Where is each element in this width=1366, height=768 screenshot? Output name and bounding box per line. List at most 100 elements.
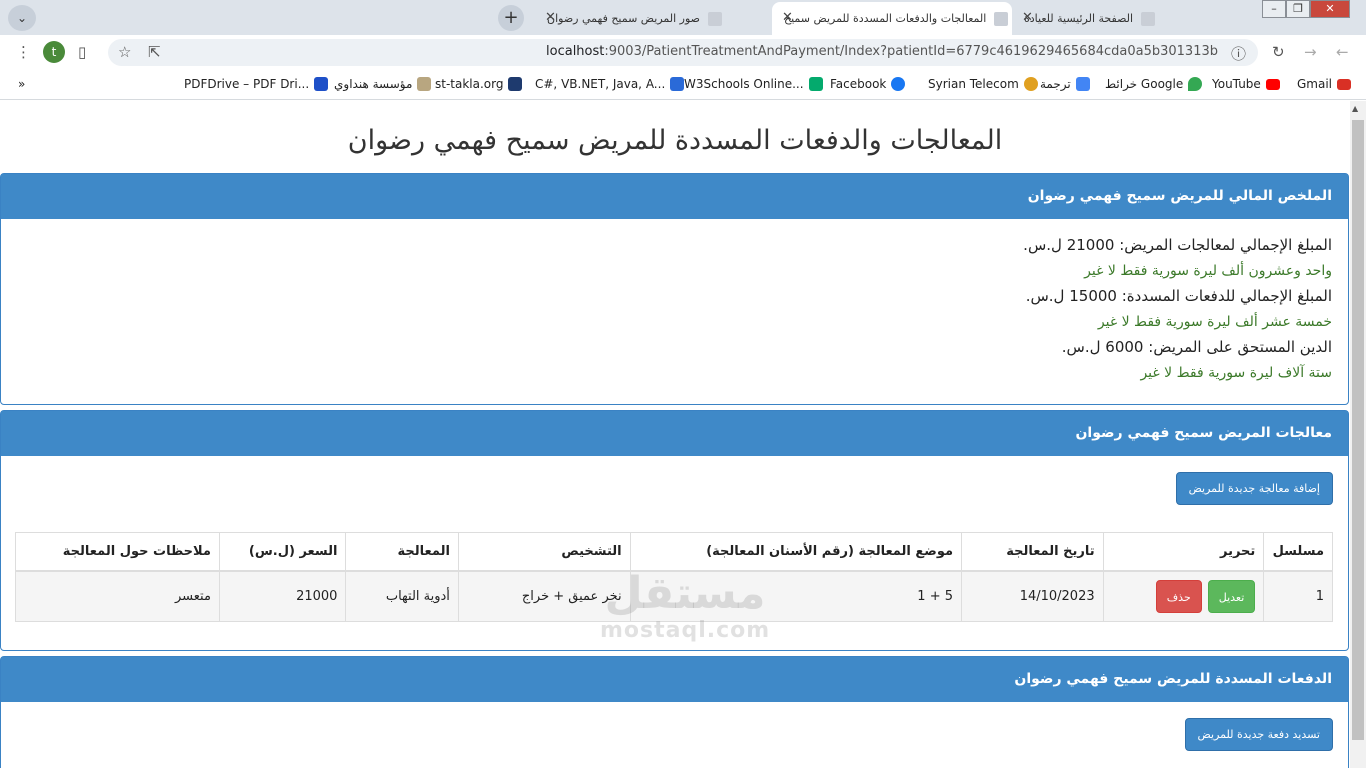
page-favicon-icon — [708, 11, 723, 26]
facebook-icon — [891, 77, 906, 91]
column-header: المعالجة — [345, 532, 459, 572]
side-panel-icon[interactable]: ▯ — [78, 43, 86, 61]
panel-heading: الملخص المالي للمريض سميح فهمي رضوان — [1, 174, 1348, 219]
close-tab-icon[interactable]: ✕ — [782, 10, 793, 25]
bookmark-syrian-telecom[interactable]: Syrian Telecom — [928, 77, 1038, 91]
panel-heading: معالجات المريض سميح فهمي رضوان — [1, 411, 1348, 456]
close-tab-icon[interactable]: ✕ — [545, 10, 556, 25]
panel-body: المبلغ الإجمالي لمعالجات المريض: 21000 ل… — [1, 219, 1348, 400]
bookmark-facebook[interactable]: Facebook — [830, 77, 906, 91]
tab-title: المعالجات والدفعات المسددة للمريض سميح — [784, 12, 987, 25]
pdfdrive-icon — [314, 77, 329, 91]
url-host: localhost — [546, 44, 605, 59]
bookmark-youtube[interactable]: YouTube — [1212, 77, 1280, 91]
debt-value: 6000 — [1105, 338, 1144, 356]
minimize-icon[interactable]: – — [1262, 0, 1286, 18]
hindawi-icon — [417, 77, 432, 91]
bookmark-w3schools[interactable]: W3Schools Online... — [684, 77, 823, 91]
page-title: المعالجات والدفعات المسددة للمريض سميح ف… — [347, 125, 1003, 156]
column-header: تحرير — [1102, 532, 1265, 572]
page-favicon-icon — [1141, 11, 1156, 26]
serial-cell: 1 — [1263, 570, 1333, 622]
browser-toolbar: ⋮ t ▯ ☆ ⇱ localhost:9003/PatientTreatmen… — [0, 35, 1366, 69]
panel-heading: الدفعات المسددة للمريض سميح فهمي رضوان — [1, 657, 1348, 702]
tab-clinic-home[interactable]: الصفحة الرئيسية للعيادة ✕ — [1012, 2, 1247, 35]
date-cell: 14/10/2023 — [961, 570, 1104, 622]
maximize-icon[interactable]: ❐ — [1286, 0, 1310, 18]
w3schools-icon — [808, 77, 823, 91]
add-treatment-button[interactable]: إضافة معالجة جديدة للمريض — [1175, 472, 1333, 505]
delete-button[interactable]: حذف — [1155, 579, 1202, 613]
bookmark-code[interactable]: C#, VB.NET, Java, A... — [535, 77, 685, 91]
forward-icon[interactable]: → — [1304, 43, 1317, 61]
bookmark-star-icon[interactable]: ☆ — [118, 43, 131, 61]
browser-tab-strip: ⌄ + صور المريض سميح فهمي رضوان ✕ المعالج… — [0, 0, 1366, 35]
scroll-up-icon[interactable]: ▲ — [1352, 104, 1358, 113]
page-content: المعالجات والدفعات المسددة للمريض سميح ف… — [0, 101, 1350, 768]
bookmark-hindawi[interactable]: مؤسسة هنداوي — [334, 77, 432, 91]
menu-kebab-icon[interactable]: ⋮ — [16, 43, 31, 61]
add-payment-button[interactable]: تسديد دفعة جديدة للمريض — [1184, 718, 1333, 751]
tab-treatments-payments[interactable]: المعالجات والدفعات المسددة للمريض سميح ✕ — [772, 2, 1012, 35]
treatment-cell: أدوية التهاب — [345, 570, 459, 622]
watermark-logo: مستقل mostaql.com — [600, 568, 771, 644]
debt-line: الدين المستحق على المريض: 6000 ل.س. — [1061, 338, 1332, 356]
url-path: :9003/PatientTreatmentAndPayment/Index?p… — [604, 44, 1218, 59]
site-info-icon[interactable]: ⓘ — [1231, 43, 1246, 64]
back-icon[interactable]: ← — [1336, 43, 1349, 61]
url-text[interactable]: localhost:9003/PatientTreatmentAndPaymen… — [546, 44, 1218, 59]
column-header: ملاحظات حول المعالجة — [15, 532, 220, 572]
tab-title: الصفحة الرئيسية للعيادة — [1024, 12, 1134, 25]
more-bookmarks-button[interactable]: » — [18, 77, 25, 91]
bookmark-gmail[interactable]: Gmail — [1297, 77, 1352, 91]
tab-search-button[interactable]: ⌄ — [8, 5, 36, 31]
watermark-latin: mostaql.com — [600, 618, 771, 643]
new-tab-button[interactable]: + — [498, 5, 524, 31]
payments-panel: الدفعات المسددة للمريض سميح فهمي رضوان ت… — [0, 656, 1349, 768]
total-treatments-words: واحد وعشرون ألف ليرة سورية فقط لا غير — [1084, 263, 1332, 279]
bookmark-st-takla[interactable]: st-takla.org — [435, 77, 523, 91]
total-treatments-value: 21000 — [1066, 236, 1115, 254]
st-takla-icon — [508, 77, 523, 91]
edit-button[interactable]: تعديل — [1207, 579, 1256, 613]
bookmark-translate[interactable]: ترجمة — [1040, 77, 1090, 91]
column-header: التشخيص — [457, 532, 631, 572]
actions-cell: تعديلحذف — [1102, 570, 1265, 622]
financial-summary-panel: الملخص المالي للمريض سميح فهمي رضوان الم… — [0, 173, 1349, 405]
close-tab-icon[interactable]: ✕ — [1022, 10, 1033, 25]
column-header: مسلسل — [1263, 532, 1333, 572]
address-bar[interactable]: ☆ ⇱ localhost:9003/PatientTreatmentAndPa… — [108, 39, 1258, 66]
total-payments-value: 15000 — [1069, 287, 1117, 305]
window-close-icon[interactable]: ✕ — [1310, 0, 1350, 18]
bookmarks-bar: » PDFDrive – PDF Dri... مؤسسة هنداوي st-… — [0, 69, 1366, 100]
maps-icon — [1188, 77, 1203, 91]
profile-avatar[interactable]: t — [43, 41, 65, 63]
column-header: السعر (ل.س) — [218, 532, 347, 572]
total-payments-line: المبلغ الإجمالي للدفعات المسددة: 15000 ل… — [1025, 287, 1332, 305]
translate-icon — [1075, 77, 1090, 91]
table-header-row: مسلسل تحرير تاريخ المعالجة موضع المعالجة… — [15, 532, 1333, 572]
column-header: موضع المعالجة (رقم الأسنان المعالجة) — [629, 532, 963, 572]
debt-words: ستة آلاف ليرة سورية فقط لا غير — [1140, 365, 1332, 381]
syrian-telecom-icon — [1023, 77, 1038, 91]
currency-label: ل.س. — [1023, 236, 1062, 254]
notes-cell: متعسر — [15, 570, 220, 622]
price-cell: 21000 — [218, 570, 347, 622]
reload-icon[interactable]: ↻ — [1272, 43, 1285, 61]
page-favicon-icon — [994, 11, 1009, 26]
window-controls: – ❐ ✕ — [1262, 0, 1350, 18]
currency-label: ل.س. — [1061, 338, 1101, 356]
tab-title: صور المريض سميح فهمي رضوان — [547, 12, 701, 25]
column-header: تاريخ المعالجة — [961, 532, 1104, 572]
share-icon[interactable]: ⇱ — [148, 43, 161, 61]
currency-label: ل.س. — [1025, 287, 1065, 305]
youtube-icon — [1265, 78, 1280, 90]
tab-patient-photos[interactable]: صور المريض سميح فهمي رضوان ✕ — [535, 2, 770, 35]
bookmark-maps[interactable]: خرائط Google — [1105, 77, 1203, 91]
bookmark-pdfdrive[interactable]: PDFDrive – PDF Dri... — [184, 77, 329, 91]
total-payments-words: خمسة عشر ألف ليرة سورية فقط لا غير — [1097, 314, 1332, 330]
code-icon — [670, 77, 685, 91]
scroll-thumb[interactable] — [1352, 120, 1364, 740]
gmail-icon — [1337, 78, 1352, 90]
watermark-arabic: مستقل — [604, 568, 766, 619]
